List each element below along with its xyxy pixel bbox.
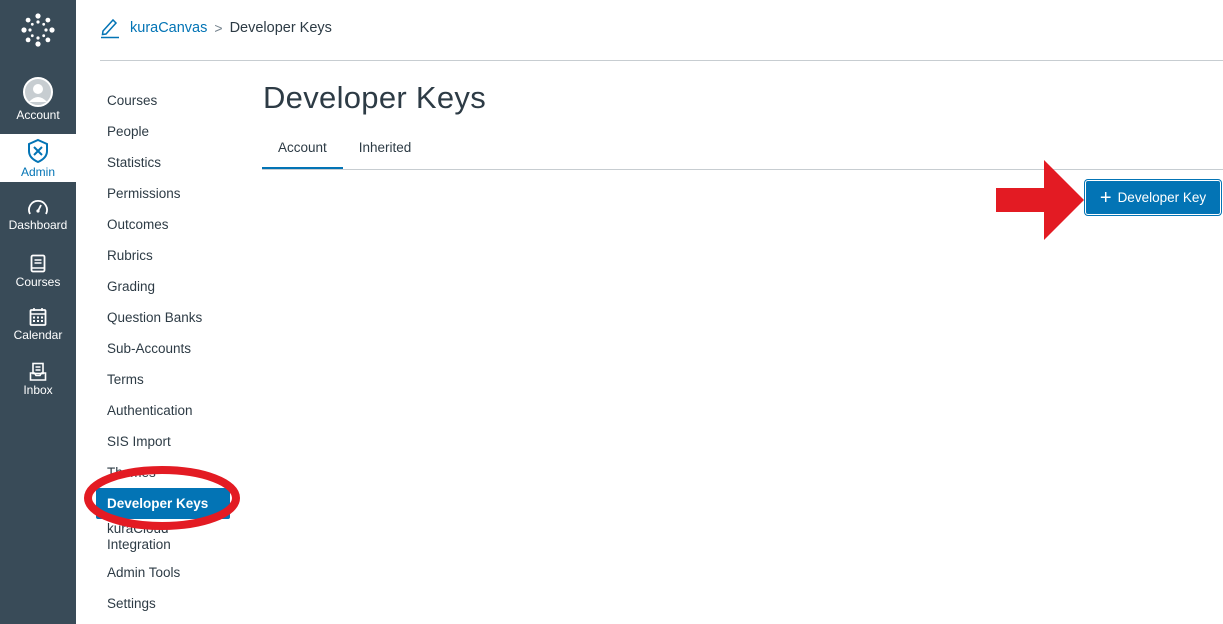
tab-list: Account Inherited	[262, 130, 427, 170]
page-title: Developer Keys	[263, 80, 487, 115]
add-developer-key-button[interactable]: + Developer Key	[1085, 180, 1221, 215]
global-nav-admin[interactable]: Admin	[0, 134, 76, 182]
global-nav: Account Admin Dashboard Courses Calendar	[0, 0, 76, 624]
book-icon	[30, 254, 46, 273]
section-nav-statistics[interactable]: Statistics	[96, 147, 246, 178]
section-nav-sub-accounts[interactable]: Sub-Accounts	[96, 333, 246, 364]
section-nav-permissions[interactable]: Permissions	[96, 178, 246, 209]
section-nav-grading[interactable]: Grading	[96, 271, 246, 302]
red-arrow-annotation-icon	[996, 160, 1084, 240]
global-nav-calendar-label: Calendar	[13, 328, 63, 342]
global-nav-account-label: Account	[16, 108, 60, 122]
tab-account[interactable]: Account	[262, 130, 343, 170]
global-nav-dashboard-label: Dashboard	[8, 218, 68, 232]
breadcrumb-root-link[interactable]: kuraCanvas	[130, 20, 207, 36]
tab-inherited[interactable]: Inherited	[343, 130, 428, 170]
global-nav-dashboard[interactable]: Dashboard	[0, 199, 76, 241]
section-nav-authentication[interactable]: Authentication	[96, 395, 246, 426]
user-avatar-icon	[23, 77, 53, 107]
breadcrumb-divider	[100, 60, 1223, 61]
shield-icon	[28, 138, 48, 164]
section-nav-admin-tools[interactable]: Admin Tools	[96, 557, 246, 588]
global-nav-calendar[interactable]: Calendar	[0, 307, 76, 349]
inbox-icon	[29, 362, 47, 381]
section-nav-question-banks[interactable]: Question Banks	[96, 302, 246, 333]
section-nav-people[interactable]: People	[96, 116, 246, 147]
plus-icon: +	[1099, 186, 1112, 209]
speedometer-icon	[28, 200, 48, 215]
global-nav-courses-label: Courses	[15, 275, 61, 289]
breadcrumb-separator: >	[214, 20, 223, 36]
section-nav: Courses People Statistics Permissions Ou…	[96, 85, 246, 619]
breadcrumb: kuraCanvas > Developer Keys	[100, 16, 332, 40]
section-nav-sis-import[interactable]: SIS Import	[96, 426, 246, 457]
global-nav-admin-label: Admin	[20, 165, 55, 179]
section-nav-outcomes[interactable]: Outcomes	[96, 209, 246, 240]
section-nav-terms[interactable]: Terms	[96, 364, 246, 395]
breadcrumb-current: Developer Keys	[229, 20, 332, 36]
section-nav-courses[interactable]: Courses	[96, 85, 246, 116]
global-nav-account[interactable]: Account	[0, 77, 76, 127]
add-developer-key-label: Developer Key	[1117, 190, 1207, 205]
section-nav-rubrics[interactable]: Rubrics	[96, 240, 246, 271]
red-circle-annotation-icon	[84, 466, 240, 530]
menu-toggle-icon[interactable]	[100, 17, 120, 39]
global-nav-inbox[interactable]: Inbox	[0, 362, 76, 404]
section-nav-settings[interactable]: Settings	[96, 588, 246, 619]
calendar-icon	[29, 308, 47, 326]
global-nav-inbox-label: Inbox	[23, 383, 53, 397]
canvas-logo-icon[interactable]	[20, 12, 56, 48]
global-nav-courses[interactable]: Courses	[0, 254, 76, 296]
